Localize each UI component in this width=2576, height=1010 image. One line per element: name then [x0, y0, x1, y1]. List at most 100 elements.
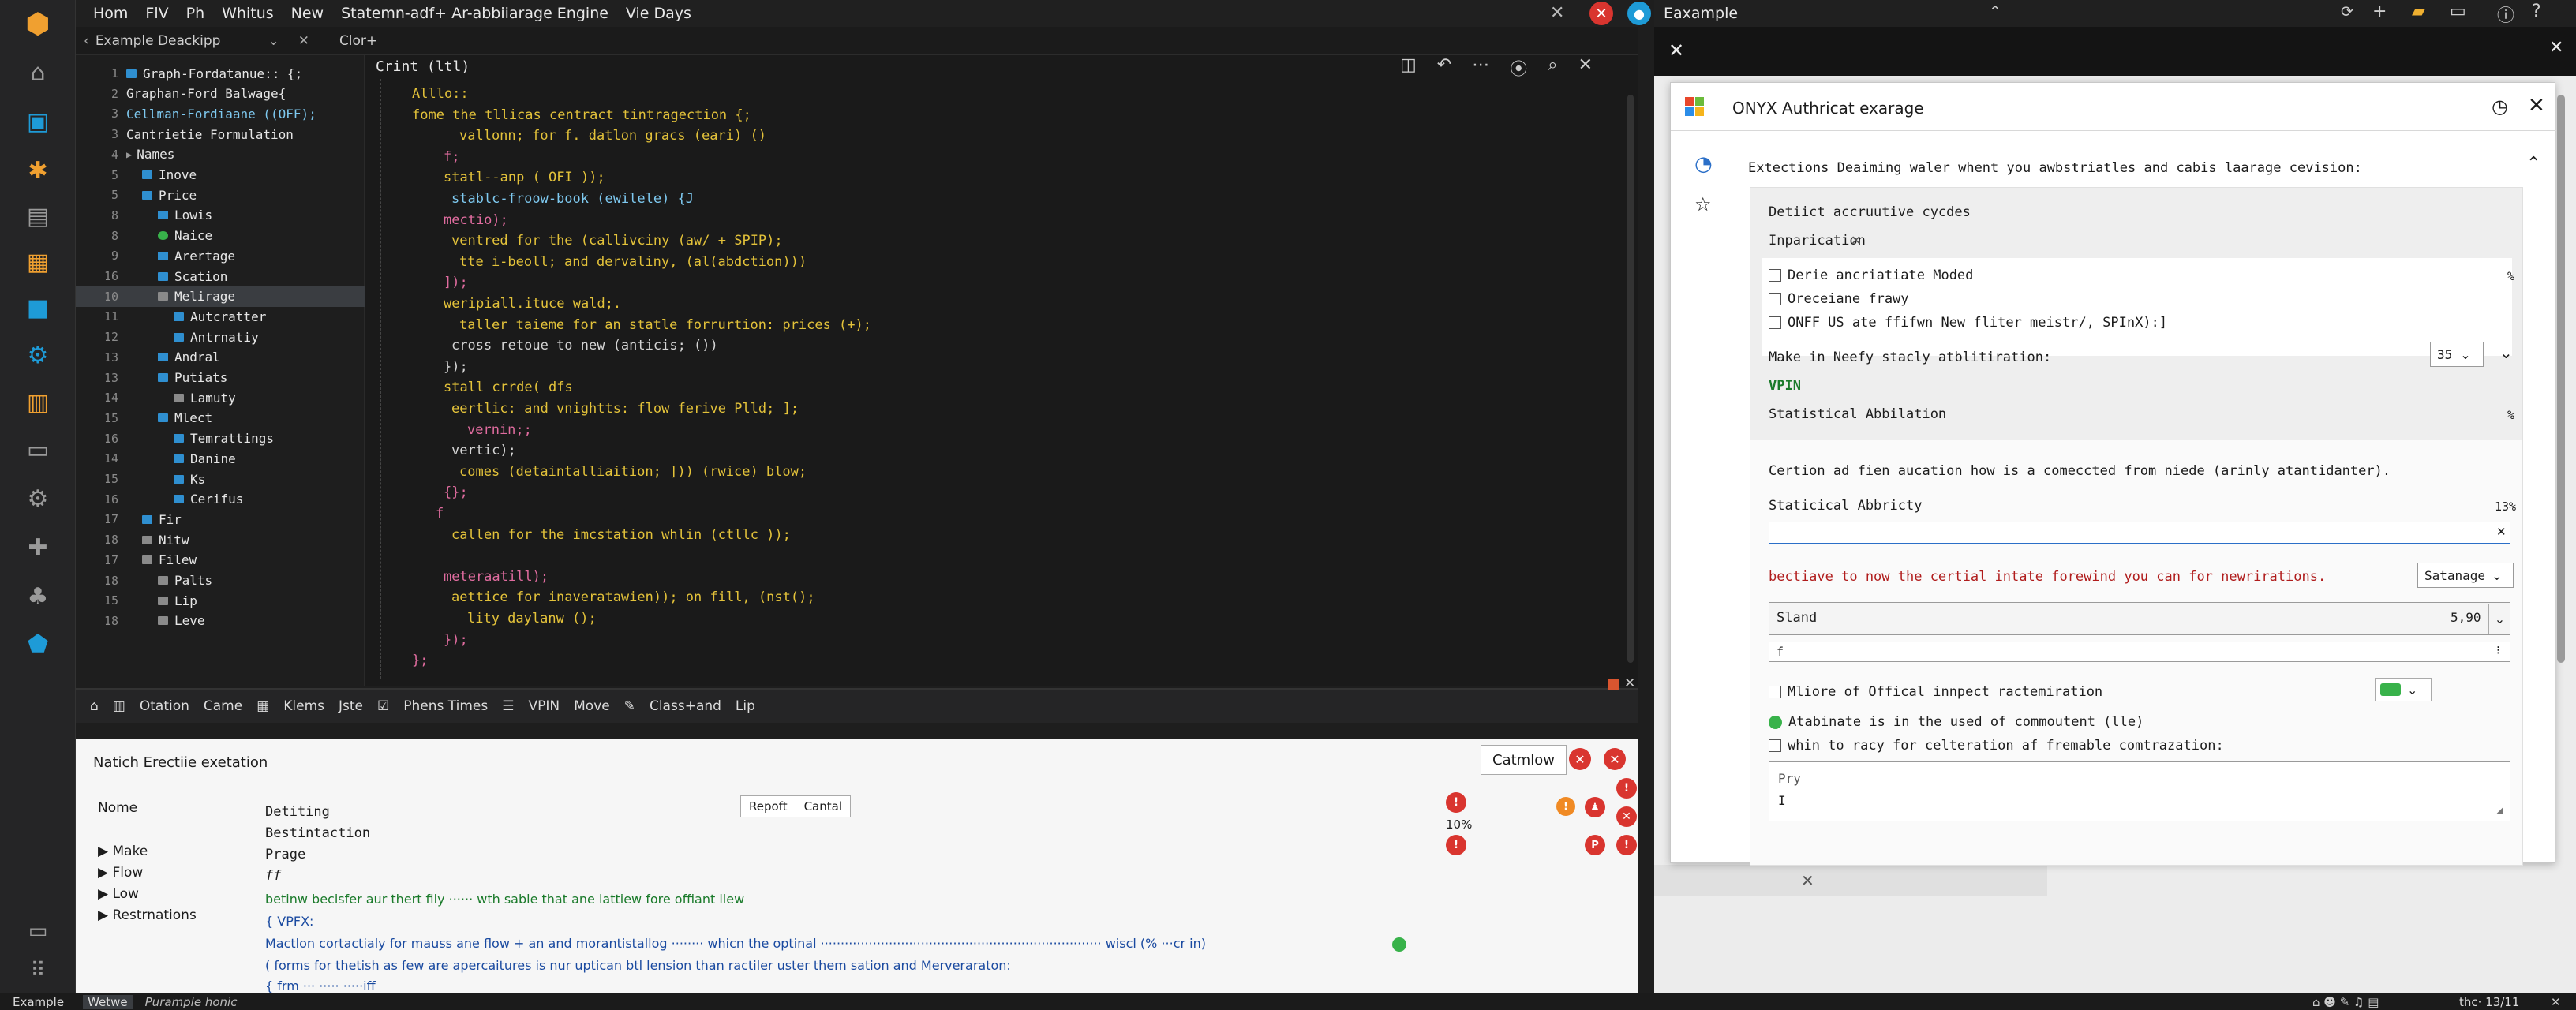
panel-tab-vpin[interactable]: VPIN	[529, 698, 560, 714]
panel-tab-move[interactable]: Move	[574, 698, 610, 714]
folder-icon[interactable]: ▰	[2412, 2, 2425, 21]
tree-row[interactable]: 14 Danine	[76, 448, 365, 469]
make-select[interactable]: 35 ⌄	[2430, 342, 2484, 367]
home-tool-icon[interactable]: ⌂	[90, 698, 99, 714]
collapse-icon[interactable]: ⌃	[2526, 154, 2540, 174]
grid-icon[interactable]: ⠿	[22, 955, 54, 986]
clear-icon[interactable]: ✕	[1851, 233, 1861, 248]
checkbox-more[interactable]: Mliore of Offical innpect ractemiration	[1769, 684, 2102, 700]
expand-icon[interactable]: ▶	[126, 149, 132, 160]
tree-row[interactable]: 14 Lamuty	[76, 387, 365, 408]
status-wetwe[interactable]: Wetwe	[83, 994, 133, 1009]
chart-icon[interactable]: ▥	[22, 387, 54, 418]
pencil-tool-icon[interactable]: ✎	[624, 698, 635, 714]
gear-icon[interactable]: ⚙	[22, 483, 54, 514]
error-icon[interactable]: !	[1446, 792, 1466, 813]
info-icon[interactable]: ⓘ	[2497, 2, 2514, 27]
pin-error-icon[interactable]: P	[1585, 835, 1605, 855]
satanage-select[interactable]: Satanage ⌄	[2417, 563, 2514, 588]
tree-row[interactable]: 4 ▶ Names	[76, 144, 365, 165]
tree-row[interactable]: 9 Arertage	[76, 245, 365, 266]
terminal-icon[interactable]: ▭	[22, 915, 54, 947]
menu-item-whitus[interactable]: Whitus	[222, 5, 274, 22]
tree-row[interactable]: 17 Filew	[76, 550, 365, 570]
help-icon[interactable]: ?	[2532, 2, 2541, 21]
chart-tool-icon[interactable]: ▥	[113, 698, 125, 714]
panel-tab-klems[interactable]: Klems	[283, 698, 324, 714]
files-icon[interactable]: ▣	[22, 106, 54, 137]
menu-item-new[interactable]: New	[291, 5, 324, 22]
clear-input-icon[interactable]: ✕	[2496, 525, 2507, 539]
tree-row[interactable]: 3 Cantrietie Formulation	[76, 124, 365, 144]
tree-item-low[interactable]: ▶ Low	[98, 884, 197, 905]
tab-editor[interactable]: Clor+	[339, 33, 377, 49]
tree-row[interactable]: 1 Graph-Fordatanue:: {;	[76, 63, 365, 84]
panel-close-red-icon[interactable]: ✕	[1569, 748, 1591, 770]
tree-row[interactable]: 3 Cellman-Fordiaane ((OFF);	[76, 103, 365, 124]
close-pane-icon[interactable]: ✕	[1668, 39, 1684, 62]
tree-row[interactable]: 8 Naice	[76, 226, 365, 246]
tree-icon[interactable]: ♣	[22, 581, 54, 612]
account-icon[interactable]: ●	[1627, 2, 1651, 25]
status-close-icon[interactable]: ✕	[2551, 995, 2561, 1009]
menu-item-ph[interactable]: Ph	[186, 5, 205, 22]
chevron-left-icon[interactable]: ‹	[84, 33, 89, 49]
close-window-icon[interactable]: ✕	[1589, 2, 1613, 25]
menu-item-view[interactable]: Vie Days	[626, 5, 691, 22]
chevron-down-icon[interactable]: ⌄	[268, 33, 279, 49]
field-handle-icon[interactable]: ⁝	[2496, 643, 2500, 657]
checkbox-onff[interactable]: ONFF US ate ffifwn New fliter meistr/, S…	[1769, 315, 2167, 331]
panel-tab-class[interactable]: Class+and	[650, 698, 721, 714]
home-icon[interactable]: ⌂	[22, 57, 54, 88]
user-error-icon[interactable]: ♟	[1585, 797, 1605, 817]
cancel-button[interactable]: Cantal	[796, 796, 850, 817]
tree-row[interactable]: 5 Inove	[76, 165, 365, 185]
square-icon[interactable]: ■	[22, 292, 54, 324]
tree-row[interactable]: 5 Price	[76, 185, 365, 205]
right-scrollbar[interactable]	[2557, 95, 2565, 663]
panel-tab-came[interactable]: Came	[204, 698, 242, 714]
tree-row[interactable]: 18 Palts	[76, 570, 365, 591]
panel-close-red-icon-2[interactable]: ✕	[1604, 748, 1626, 770]
checkbox-derie[interactable]: Derie ancriatiate Moded	[1769, 267, 1973, 283]
list-tool-icon[interactable]: ☰	[502, 698, 514, 714]
panel-tab-jste[interactable]: Jste	[339, 698, 363, 714]
toggle-select[interactable]: ⌄	[2375, 678, 2432, 701]
tree-row[interactable]: 16 Scation	[76, 266, 365, 286]
refresh-icon[interactable]: ⟳	[2341, 3, 2353, 21]
report-button[interactable]: Repoft	[741, 796, 796, 817]
tree-row[interactable]: 15 Lip	[76, 590, 365, 611]
background-close-icon[interactable]: ✕	[1801, 871, 1814, 890]
bug-icon[interactable]: ⬟	[22, 628, 54, 660]
tree-item-restrnations[interactable]: ▶ Restrnations	[98, 905, 197, 926]
tree-row[interactable]: 17 Fir	[76, 509, 365, 529]
error-icon-4[interactable]: !	[1616, 835, 1637, 855]
panel-tab-lip[interactable]: Lip	[736, 698, 755, 714]
error-icon-2[interactable]: !	[1446, 835, 1466, 855]
tree-item-make[interactable]: ▶ Make	[98, 841, 197, 862]
sland-dropdown-icon[interactable]: ⌄	[2488, 604, 2510, 634]
panel-tab-otation[interactable]: Otation	[140, 698, 189, 714]
dialog-close-icon[interactable]: ✕	[2528, 94, 2545, 118]
menu-item-file[interactable]: FlV	[145, 5, 168, 22]
menu-item-statement[interactable]: Statemn-adf+ Ar-abbiiarage Engine	[341, 5, 608, 22]
tree-row[interactable]: 16 Cerifus	[76, 489, 365, 510]
tree-row[interactable]: 15 Ks	[76, 469, 365, 489]
star-icon[interactable]: ☆	[1694, 193, 1712, 215]
close-error-icon[interactable]: ✕	[1616, 806, 1637, 827]
grid-tool-icon[interactable]: ▦	[256, 698, 269, 714]
tree-row[interactable]: 11 Autcratter	[76, 306, 365, 327]
settings-cog-icon[interactable]: ⚙	[22, 339, 54, 371]
add-icon[interactable]: +	[2372, 2, 2387, 21]
chevron-up-icon[interactable]: ⌃	[1989, 3, 2001, 21]
panel-close-icon[interactable]: ✕	[1624, 675, 1635, 691]
status-example[interactable]: Example	[13, 995, 64, 1009]
checkbox-whin[interactable]: whin to racy for celteration af fremable…	[1769, 738, 2224, 754]
dialog-history-icon[interactable]: ◷	[2492, 95, 2508, 118]
warning-icon[interactable]: !	[1556, 797, 1575, 816]
document-icon[interactable]: ▦	[22, 246, 54, 278]
minimize-icon[interactable]: ✕	[1550, 3, 1564, 23]
tree-row[interactable]: 8 Lowis	[76, 205, 365, 226]
resize-handle-icon[interactable]: ◢	[2496, 804, 2503, 817]
panel-alert-icon[interactable]	[1608, 679, 1619, 690]
